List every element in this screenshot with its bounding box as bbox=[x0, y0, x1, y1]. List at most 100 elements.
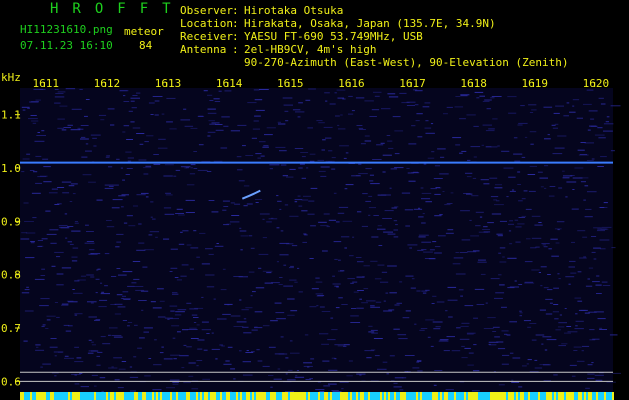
noise-pixel bbox=[186, 167, 190, 169]
noise-pixel bbox=[370, 306, 380, 308]
noise-pixel bbox=[222, 268, 226, 270]
noise-pixel bbox=[258, 267, 262, 269]
strip-cell bbox=[250, 392, 252, 400]
noise-pixel bbox=[193, 322, 197, 323]
strip-cell bbox=[82, 392, 84, 400]
noise-pixel bbox=[268, 375, 274, 376]
noise-pixel bbox=[74, 280, 80, 282]
strip-cell bbox=[340, 392, 342, 400]
strip-cell bbox=[608, 392, 610, 400]
noise-pixel bbox=[466, 114, 476, 116]
noise-pixel bbox=[114, 303, 123, 305]
noise-pixel bbox=[175, 311, 185, 313]
strip-cell bbox=[434, 392, 436, 400]
noise-pixel bbox=[121, 194, 129, 196]
noise-pixel bbox=[277, 368, 281, 370]
noise-pixel bbox=[20, 238, 30, 240]
noise-pixel bbox=[251, 329, 258, 331]
noise-pixel bbox=[574, 167, 584, 169]
noise-pixel bbox=[86, 274, 94, 276]
noise-pixel bbox=[501, 306, 507, 308]
strip-cell bbox=[610, 392, 612, 400]
noise-pixel bbox=[544, 138, 551, 140]
noise-pixel bbox=[57, 118, 65, 120]
noise-pixel bbox=[388, 147, 394, 149]
noise-pixel bbox=[334, 358, 337, 360]
noise-pixel bbox=[401, 102, 410, 104]
noise-pixel bbox=[517, 184, 521, 185]
noise-pixel bbox=[339, 145, 349, 147]
noise-pixel bbox=[552, 127, 558, 129]
strip-cell bbox=[484, 392, 486, 400]
noise-pixel bbox=[466, 176, 472, 178]
noise-pixel bbox=[382, 171, 386, 173]
noise-pixel bbox=[482, 100, 490, 102]
noise-pixel bbox=[191, 388, 199, 390]
noise-pixel bbox=[221, 116, 230, 118]
noise-pixel bbox=[68, 301, 78, 303]
noise-pixel bbox=[395, 224, 398, 226]
noise-pixel bbox=[96, 355, 100, 357]
noise-pixel bbox=[383, 300, 386, 302]
noise-pixel bbox=[338, 270, 343, 272]
noise-pixel bbox=[283, 104, 293, 106]
strip-cell bbox=[504, 392, 506, 400]
noise-pixel bbox=[71, 373, 81, 375]
strip-cell bbox=[578, 392, 580, 400]
strip-cell bbox=[426, 392, 428, 400]
noise-pixel bbox=[366, 357, 372, 359]
noise-pixel bbox=[301, 199, 309, 201]
noise-pixel bbox=[250, 247, 255, 249]
noise-pixel bbox=[343, 157, 347, 159]
noise-pixel bbox=[65, 88, 76, 90]
noise-pixel bbox=[517, 124, 523, 126]
noise-pixel bbox=[333, 241, 342, 243]
noise-pixel bbox=[399, 281, 403, 283]
noise-pixel bbox=[114, 379, 120, 381]
noise-pixel bbox=[206, 286, 215, 288]
noise-pixel bbox=[335, 221, 340, 223]
noise-pixel bbox=[30, 242, 35, 244]
noise-pixel bbox=[374, 95, 380, 97]
strip-cell bbox=[124, 392, 126, 400]
noise-pixel bbox=[334, 258, 338, 260]
noise-pixel bbox=[320, 166, 330, 168]
noise-pixel bbox=[291, 245, 298, 247]
noise-pixel bbox=[248, 235, 253, 237]
strip-cell bbox=[436, 392, 438, 400]
strip-cell bbox=[226, 392, 228, 400]
noise-pixel bbox=[72, 193, 76, 195]
strip-cell bbox=[174, 392, 176, 400]
noise-pixel bbox=[180, 119, 191, 121]
noise-pixel bbox=[507, 257, 517, 259]
strip-cell bbox=[58, 392, 60, 400]
noise-pixel bbox=[305, 379, 312, 380]
noise-pixel bbox=[98, 114, 107, 116]
noise-pixel bbox=[282, 175, 288, 177]
noise-pixel bbox=[32, 217, 37, 219]
noise-pixel bbox=[79, 88, 83, 90]
noise-pixel bbox=[175, 213, 184, 214]
strip-cell bbox=[328, 392, 330, 400]
strip-cell bbox=[382, 392, 384, 400]
strip-cell bbox=[474, 392, 476, 400]
noise-pixel bbox=[223, 363, 232, 365]
noise-pixel bbox=[438, 187, 442, 189]
noise-pixel bbox=[213, 98, 220, 100]
noise-pixel bbox=[537, 171, 543, 173]
strip-cell bbox=[208, 392, 210, 400]
noise-pixel bbox=[488, 343, 491, 345]
noise-pixel bbox=[85, 143, 89, 145]
noise-pixel bbox=[127, 322, 133, 323]
noise-pixel bbox=[527, 326, 532, 328]
noise-pixel bbox=[218, 90, 222, 92]
noise-pixel bbox=[497, 145, 500, 147]
strip-cell bbox=[78, 392, 80, 400]
noise-pixel bbox=[423, 163, 427, 165]
noise-pixel bbox=[425, 319, 435, 321]
noise-pixel bbox=[594, 374, 604, 376]
noise-pixel bbox=[383, 310, 393, 312]
noise-pixel bbox=[341, 388, 344, 390]
noise-pixel bbox=[394, 130, 404, 132]
noise-pixel bbox=[283, 264, 287, 266]
